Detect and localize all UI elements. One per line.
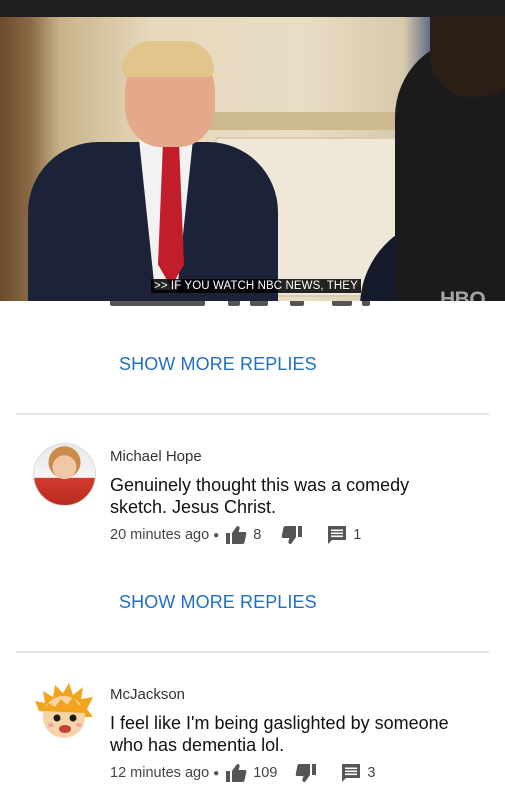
comment-text: Genuinely thought this was a comedy sket… (110, 475, 410, 517)
comment-text: I feel like I'm being gaslighted by some… (110, 713, 449, 755)
reply-icon[interactable] (327, 525, 347, 545)
show-more-replies-button[interactable]: SHOW MORE REPLIES (119, 354, 317, 375)
like-count: 109 (253, 765, 278, 781)
video-player[interactable]: HBO (0, 17, 505, 301)
comment-divider (16, 413, 489, 415)
comment-author[interactable]: Michael Hope (110, 448, 202, 465)
reply-icon[interactable] (341, 763, 361, 783)
cartoon-avatar-icon (35, 683, 93, 738)
avatar[interactable] (33, 681, 96, 744)
comment-divider (16, 651, 489, 653)
video-caption: >> IF YOU WATCH NBC NEWS, THEY (151, 279, 361, 293)
like-count: 8 (253, 527, 262, 543)
comment-meta: 12 minutes ago ● 109 3 (110, 763, 376, 783)
avatar[interactable] (33, 443, 96, 506)
thumbs-up-icon[interactable] (225, 525, 247, 545)
status-bar (0, 0, 505, 17)
comment-author[interactable]: McJackson (110, 686, 185, 703)
comment-meta: 20 minutes ago ● 8 1 (110, 525, 362, 545)
reply-count: 1 (353, 527, 362, 543)
reply-count: 3 (367, 765, 376, 781)
thumbs-up-icon[interactable] (225, 763, 247, 783)
partial-comment-meta (110, 301, 410, 309)
comment-timestamp: 12 minutes ago (110, 765, 210, 781)
comment-timestamp: 20 minutes ago (110, 527, 210, 543)
show-more-replies-button[interactable]: SHOW MORE REPLIES (119, 592, 317, 613)
thumbs-down-icon[interactable] (295, 763, 317, 783)
hbo-watermark: HBO (440, 288, 486, 301)
thumbs-down-icon[interactable] (281, 525, 303, 545)
